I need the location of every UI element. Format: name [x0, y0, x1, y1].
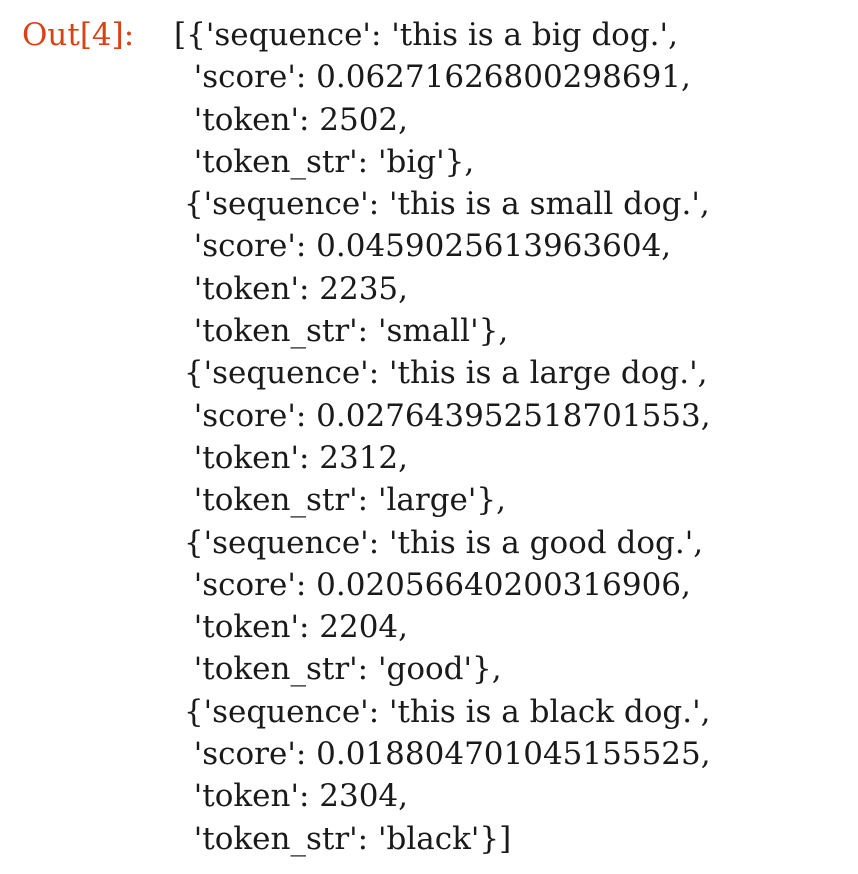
output-line: [{'sequence': 'this is a big dog.', [174, 17, 678, 53]
output-line: 'token': 2312, [174, 439, 409, 476]
output-line: {'sequence': 'this is a good dog.', [174, 524, 704, 561]
output-line: 'score': 0.027643952518701553, [174, 397, 711, 434]
output-prompt: Out[4]: [22, 17, 135, 53]
output-line: {'sequence': 'this is a black dog.', [174, 693, 711, 730]
output-line: {'sequence': 'this is a small dog.', [174, 186, 710, 223]
output-line: 'token': 2502, [174, 101, 409, 138]
output-line: 'token': 2304, [174, 778, 409, 815]
output-line: 'token_str': 'black'}] [174, 820, 512, 857]
output-line: 'token_str': 'big'}, [174, 143, 475, 180]
output-line: 'token': 2204, [174, 609, 409, 646]
output-text: [{'sequence': 'this is a big dog.', 'sco… [174, 14, 711, 860]
output-line: 'token': 2235, [174, 270, 409, 307]
output-line: {'sequence': 'this is a large dog.', [174, 355, 708, 392]
output-line: 'token_str': 'good'}, [174, 651, 502, 688]
output-cell: Out[4]: [{'sequence': 'this is a big dog… [0, 0, 858, 874]
output-line: 'token_str': 'large'}, [174, 482, 506, 519]
output-line: 'score': 0.06271626800298691, [174, 59, 691, 96]
output-line: 'score': 0.0459025613963604, [174, 228, 672, 265]
output-line: 'token_str': 'small'}, [174, 313, 509, 350]
output-line: 'score': 0.018804701045155525, [174, 736, 711, 773]
output-line: 'score': 0.02056640200316906, [174, 566, 691, 603]
